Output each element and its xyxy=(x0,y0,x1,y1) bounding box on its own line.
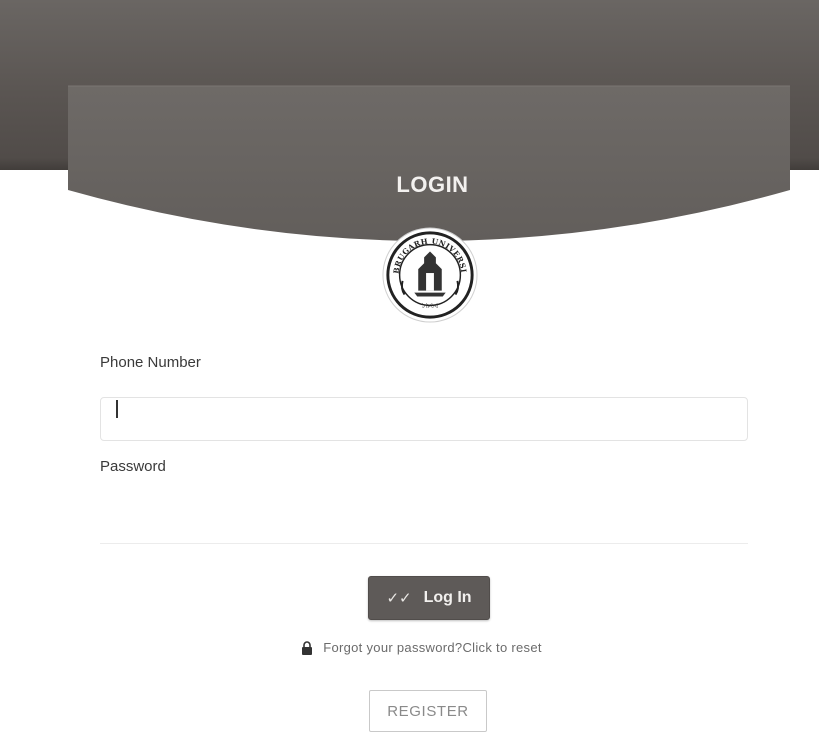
register-button[interactable]: REGISTER xyxy=(369,690,487,732)
login-button-label: Log In xyxy=(423,589,472,606)
password-label: Password xyxy=(100,458,166,475)
text-caret xyxy=(116,400,118,418)
login-form: Phone Number Password ✓✓ Log In Forgot y… xyxy=(0,0,819,737)
phone-number-label: Phone Number xyxy=(100,354,201,371)
double-check-icon: ✓✓ xyxy=(386,589,412,607)
phone-number-input[interactable] xyxy=(100,397,748,441)
register-button-label: REGISTER xyxy=(387,702,469,720)
lock-icon xyxy=(302,640,313,655)
forgot-password-link[interactable]: Forgot your password?Click to reset xyxy=(0,640,819,655)
password-input[interactable] xyxy=(100,500,748,544)
login-button[interactable]: ✓✓ Log In xyxy=(368,576,490,620)
forgot-password-text: Forgot your password?Click to reset xyxy=(323,640,542,655)
